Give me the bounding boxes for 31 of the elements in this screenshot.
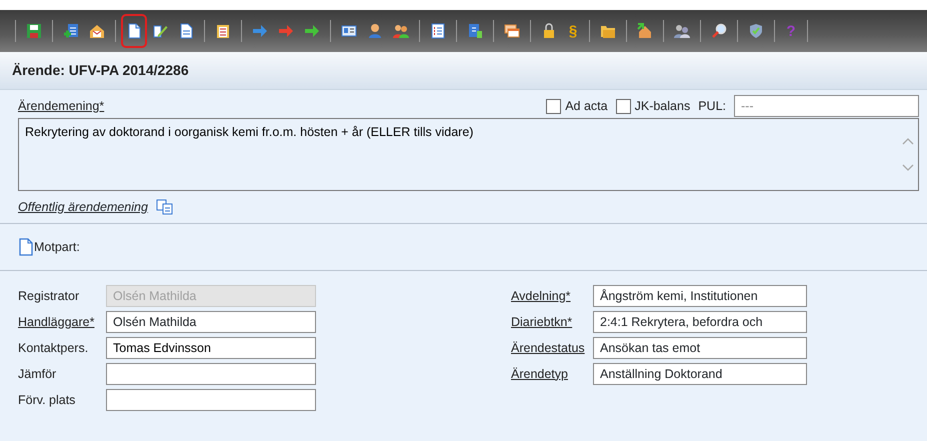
dropdown[interactable]: Ångström kemi, Institutionen <box>593 285 807 307</box>
input-field[interactable] <box>106 363 316 385</box>
field-label: Ärendetyp <box>511 366 569 383</box>
input-field[interactable]: Tomas Edvinsson <box>106 337 316 359</box>
pul-select[interactable]: --- <box>734 95 919 117</box>
field-label: Kontaktpers. <box>18 340 90 357</box>
counterpart-label: Motpart: <box>34 238 80 256</box>
field-label: Ärendestatus <box>511 340 586 357</box>
dropdown[interactable]: Ansökan tas emot <box>593 337 807 359</box>
dropdown[interactable]: 2:4:1 Rekrytera, befordra och <box>593 311 807 333</box>
field-label: Avdelning* <box>511 288 572 305</box>
dropdown[interactable]: Anställning Doktorand <box>593 363 807 385</box>
checkbox-label: JK-balans <box>634 98 690 115</box>
field-label: Jämför <box>18 366 58 383</box>
description-label: Ärendemening* <box>18 98 104 115</box>
case-title: Ärende: UFV-PA 2014/2286 <box>12 61 189 80</box>
toolbar-button[interactable]: § <box>562 14 584 48</box>
checkbox-label: Ad acta <box>565 98 608 115</box>
pul-label: PUL: <box>698 98 726 115</box>
public-description-link[interactable]: Offentlig ärendemening <box>18 198 148 216</box>
document-icon[interactable] <box>121 14 147 48</box>
field-label: Registrator <box>18 288 80 305</box>
field-label: Handläggare* <box>18 314 96 331</box>
copy-icon[interactable] <box>156 199 174 215</box>
checkbox[interactable] <box>616 98 631 114</box>
document-icon[interactable] <box>18 238 34 256</box>
field-label: Diariebtkn* <box>511 314 574 331</box>
dropdown[interactable]: Olsén Mathilda <box>106 311 316 333</box>
field-label: Förv. plats <box>18 392 76 409</box>
input-field[interactable] <box>106 389 316 411</box>
checkbox[interactable] <box>546 98 562 114</box>
